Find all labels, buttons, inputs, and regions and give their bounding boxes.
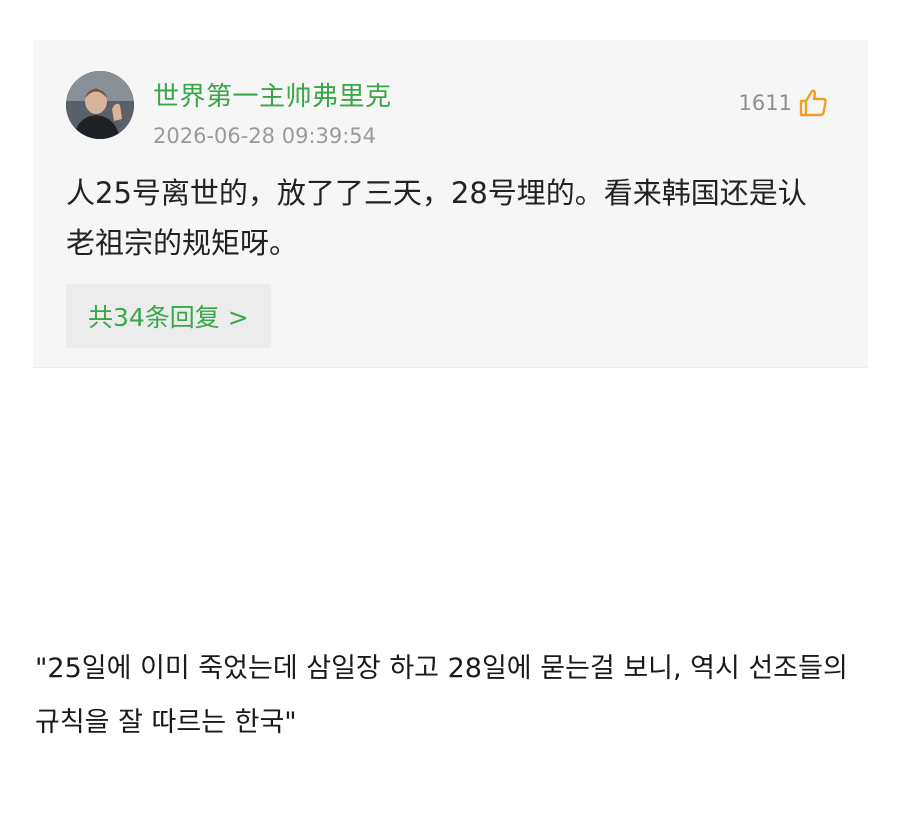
comment-timestamp: 2026-06-28 09:39:54 bbox=[153, 124, 377, 148]
like-count: 1611 bbox=[738, 91, 792, 115]
comment-card: 世界第一主帅弗里克 2026-06-28 09:39:54 1611 人25号离… bbox=[33, 40, 868, 368]
avatar[interactable] bbox=[66, 71, 134, 139]
translation-text: "25일에 이미 죽었는데 삼일장 하고 28일에 묻는걸 보니, 역시 선조들… bbox=[35, 653, 848, 738]
thumbs-up-icon[interactable] bbox=[796, 86, 830, 120]
like-button[interactable]: 1611 bbox=[739, 86, 830, 120]
username[interactable]: 世界第一主帅弗里克 bbox=[153, 76, 392, 113]
comment-text: 人25号离世的，放了了三天，28号埋的。看来韩国还是认老祖宗的规矩呀。 bbox=[66, 176, 807, 260]
view-replies-button[interactable]: 共34条回复 > bbox=[66, 284, 271, 348]
